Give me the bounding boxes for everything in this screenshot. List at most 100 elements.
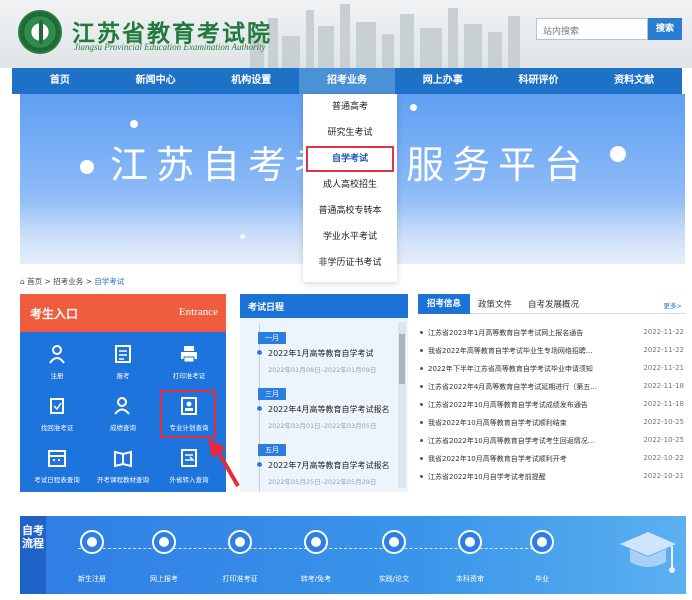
nav-item-home[interactable]: 首页 bbox=[12, 68, 108, 94]
news-row[interactable]: 江苏省2022年4月高等教育自学考试延期进行（第五... 2022-11-18 bbox=[418, 378, 686, 396]
banner-dot bbox=[80, 160, 94, 174]
schedule-entry-title[interactable]: 2022年7月高等教育自学考试报名 bbox=[268, 460, 389, 471]
tab-development[interactable]: 自考发展概况 bbox=[528, 298, 579, 310]
news-row[interactable]: 2022年下半年江苏省高等教育自学考试毕业申请须知 2022-11-21 bbox=[418, 360, 686, 378]
graduate-icon bbox=[530, 530, 554, 554]
dropdown-item-graduate[interactable]: 研究生考试 bbox=[303, 120, 397, 146]
news-title[interactable]: 江苏省2023年1月高等教育自学考试网上报名通告 bbox=[428, 328, 614, 338]
bullet bbox=[420, 475, 423, 478]
schedule-entry-title[interactable]: 2022年4月高等教育自学考试报名 bbox=[268, 404, 389, 415]
news-title[interactable]: 我省2022年10月高等教育自学考试顺利结束 bbox=[428, 418, 614, 428]
site-header: 江苏省教育考试院 Jiangsu Provincial Education Ex… bbox=[0, 0, 692, 68]
search-input[interactable]: 站内搜索 bbox=[536, 18, 648, 40]
bullet bbox=[420, 367, 423, 370]
more-link[interactable]: 更多> bbox=[664, 300, 682, 310]
breadcrumb-level1[interactable]: 招考业务 bbox=[53, 277, 83, 286]
entrance-item-schedule-query[interactable]: 考试日程表查询 bbox=[24, 442, 90, 492]
entrance-item-apply[interactable]: 报考 bbox=[90, 338, 156, 388]
process-step-degree-review[interactable]: 本科资审 bbox=[430, 516, 510, 594]
news-date: 2022-11-22 bbox=[643, 328, 684, 336]
entrance-title: 考生入口 bbox=[30, 307, 79, 321]
thesis-icon bbox=[382, 530, 406, 554]
news-title[interactable]: 我省2022年10月高等教育自学考试顺利开考 bbox=[428, 454, 614, 464]
news-date: 2022-11-21 bbox=[643, 364, 684, 372]
timeline-dot bbox=[256, 405, 263, 412]
process-step-print[interactable]: 打印准考证 bbox=[200, 516, 280, 594]
nav-item-news[interactable]: 新闻中心 bbox=[108, 68, 204, 94]
entrance-item-textbook-query[interactable]: 开考课程教材查询 bbox=[90, 442, 156, 492]
tab-exam-info[interactable]: 招考信息 bbox=[418, 294, 470, 314]
nav-item-exam-business[interactable]: 招考业务 bbox=[299, 68, 395, 94]
process-step-label: 实践/论文 bbox=[378, 575, 410, 583]
site-subtitle: Jiangsu Provincial Education Examination… bbox=[74, 42, 266, 52]
process-step-online-apply[interactable]: 网上报考 bbox=[124, 516, 204, 594]
self-study-process-bar: 自考流程 新生注册 网上报考 打印准考证 转考/免考 实践/论文 本科资审 毕业 bbox=[20, 516, 686, 594]
news-row[interactable]: 我省2022年高等教育自学考试毕业生专场网络招聘... 2022-11-22 bbox=[418, 342, 686, 360]
schedule-month: 一月 bbox=[258, 332, 286, 344]
nav-item-documents[interactable]: 资料文献 bbox=[586, 68, 682, 94]
news-date: 2022-10-25 bbox=[643, 436, 684, 444]
breadcrumb-home[interactable]: 首页 bbox=[27, 277, 42, 286]
process-step-label: 打印准考证 bbox=[222, 575, 258, 583]
entrance-item-print-admission[interactable]: 打印准考证 bbox=[156, 338, 222, 388]
process-step-transfer-exempt[interactable]: 转考/免考 bbox=[276, 516, 356, 594]
dropdown-item-transfer[interactable]: 普通高校专转本 bbox=[303, 198, 397, 224]
breadcrumb-current: 自学考试 bbox=[94, 277, 125, 286]
banner-dot bbox=[610, 146, 626, 162]
schedule-header: 考试日程 bbox=[240, 294, 408, 318]
nav-item-org[interactable]: 机构设置 bbox=[203, 68, 299, 94]
schedule-entry-title[interactable]: 2022年1月高等教育自学考试 bbox=[268, 348, 373, 359]
process-step-label: 转考/免考 bbox=[300, 575, 332, 583]
entrance-item-label: 找回准考证 bbox=[40, 424, 74, 432]
process-step-register[interactable]: 新生注册 bbox=[52, 516, 132, 594]
logo[interactable] bbox=[18, 10, 62, 54]
entrance-item-label: 报考 bbox=[116, 372, 130, 380]
news-date: 2022-10-25 bbox=[643, 418, 684, 426]
dropdown-item-certificate[interactable]: 非学历证书考试 bbox=[303, 250, 397, 276]
dropdown-item-gaokao[interactable]: 普通高考 bbox=[303, 94, 397, 120]
dropdown-item-adult[interactable]: 成人高校招生 bbox=[303, 172, 397, 198]
news-row[interactable]: 我省2022年10月高等教育自学考试顺利结束 2022-10-25 bbox=[418, 414, 686, 432]
process-step-graduate[interactable]: 毕业 bbox=[502, 516, 582, 594]
schedule-title: 考试日程 bbox=[248, 303, 285, 313]
news-date: 2022-11-18 bbox=[643, 382, 684, 390]
graduation-cap-icon bbox=[620, 532, 676, 573]
news-title[interactable]: 我省2022年高等教育自学考试毕业生专场网络招聘... bbox=[428, 346, 614, 356]
entrance-item-retrieve-admission[interactable]: 找回准考证 bbox=[24, 390, 90, 440]
news-title[interactable]: 江苏省2022年10月自学考试考前提醒 bbox=[428, 472, 614, 482]
timeline-dot bbox=[256, 461, 263, 468]
printer-icon bbox=[181, 346, 197, 363]
nav-item-online-service[interactable]: 网上办事 bbox=[395, 68, 491, 94]
news-title[interactable]: 江苏省2022年10月高等教育自学考试成绩发布通告 bbox=[428, 400, 614, 410]
dropdown-item-proficiency[interactable]: 学业水平考试 bbox=[303, 224, 397, 250]
breadcrumb-sep: > bbox=[85, 277, 92, 286]
news-title[interactable]: 江苏省2022年10月高等教育自学考试考生回返情况... bbox=[428, 436, 614, 446]
news-row[interactable]: 我省2022年10月高等教育自学考试顺利开考 2022-10-22 bbox=[418, 450, 686, 468]
entrance-item-score-query[interactable]: 成绩查询 bbox=[90, 390, 156, 440]
bullet bbox=[420, 349, 423, 352]
news-row[interactable]: 江苏省2022年10月高等教育自学考试考生回返情况... 2022-10-25 bbox=[418, 432, 686, 450]
news-row[interactable]: 江苏省2022年10月高等教育自学考试成绩发布通告 2022-11-18 bbox=[418, 396, 686, 414]
news-title[interactable]: 2022年下半年江苏省高等教育自学考试毕业申请须知 bbox=[428, 364, 614, 374]
search-button[interactable]: 搜索 bbox=[648, 18, 682, 40]
news-panel: 招考信息 政策文件 自考发展概况 更多> 江苏省2023年1月高等教育自学考试网… bbox=[418, 294, 686, 492]
nav-item-research[interactable]: 科研评价 bbox=[491, 68, 587, 94]
news-tabs: 招考信息 政策文件 自考发展概况 更多> bbox=[418, 294, 686, 314]
breadcrumb-sep: > bbox=[44, 277, 51, 286]
transfer-icon bbox=[304, 530, 328, 554]
entrance-item-label: 开考课程教材查询 bbox=[97, 476, 149, 484]
entrance-item-label: 成绩查询 bbox=[110, 424, 136, 432]
dropdown-item-self-study[interactable]: 自学考试 bbox=[306, 146, 394, 172]
search-person-icon bbox=[114, 397, 130, 415]
schedule-entry-date: 2022年03月01日–2022年03月05日 bbox=[268, 422, 377, 430]
entrance-item-register[interactable]: 注册 bbox=[24, 338, 90, 388]
bullet bbox=[420, 385, 423, 388]
timeline-dot bbox=[256, 349, 263, 356]
news-row[interactable]: 江苏省2023年1月高等教育自学考试网上报名通告 2022-11-22 bbox=[418, 324, 686, 342]
tab-policy-docs[interactable]: 政策文件 bbox=[478, 298, 512, 310]
calendar-icon bbox=[48, 450, 66, 467]
news-row[interactable]: 江苏省2022年10月自学考试考前提醒 2022-10-21 bbox=[418, 468, 686, 486]
news-title[interactable]: 江苏省2022年4月高等教育自学考试延期进行（第五... bbox=[428, 382, 614, 392]
process-step-practice-thesis[interactable]: 实践/论文 bbox=[354, 516, 434, 594]
scrollbar-thumb[interactable] bbox=[399, 334, 405, 384]
